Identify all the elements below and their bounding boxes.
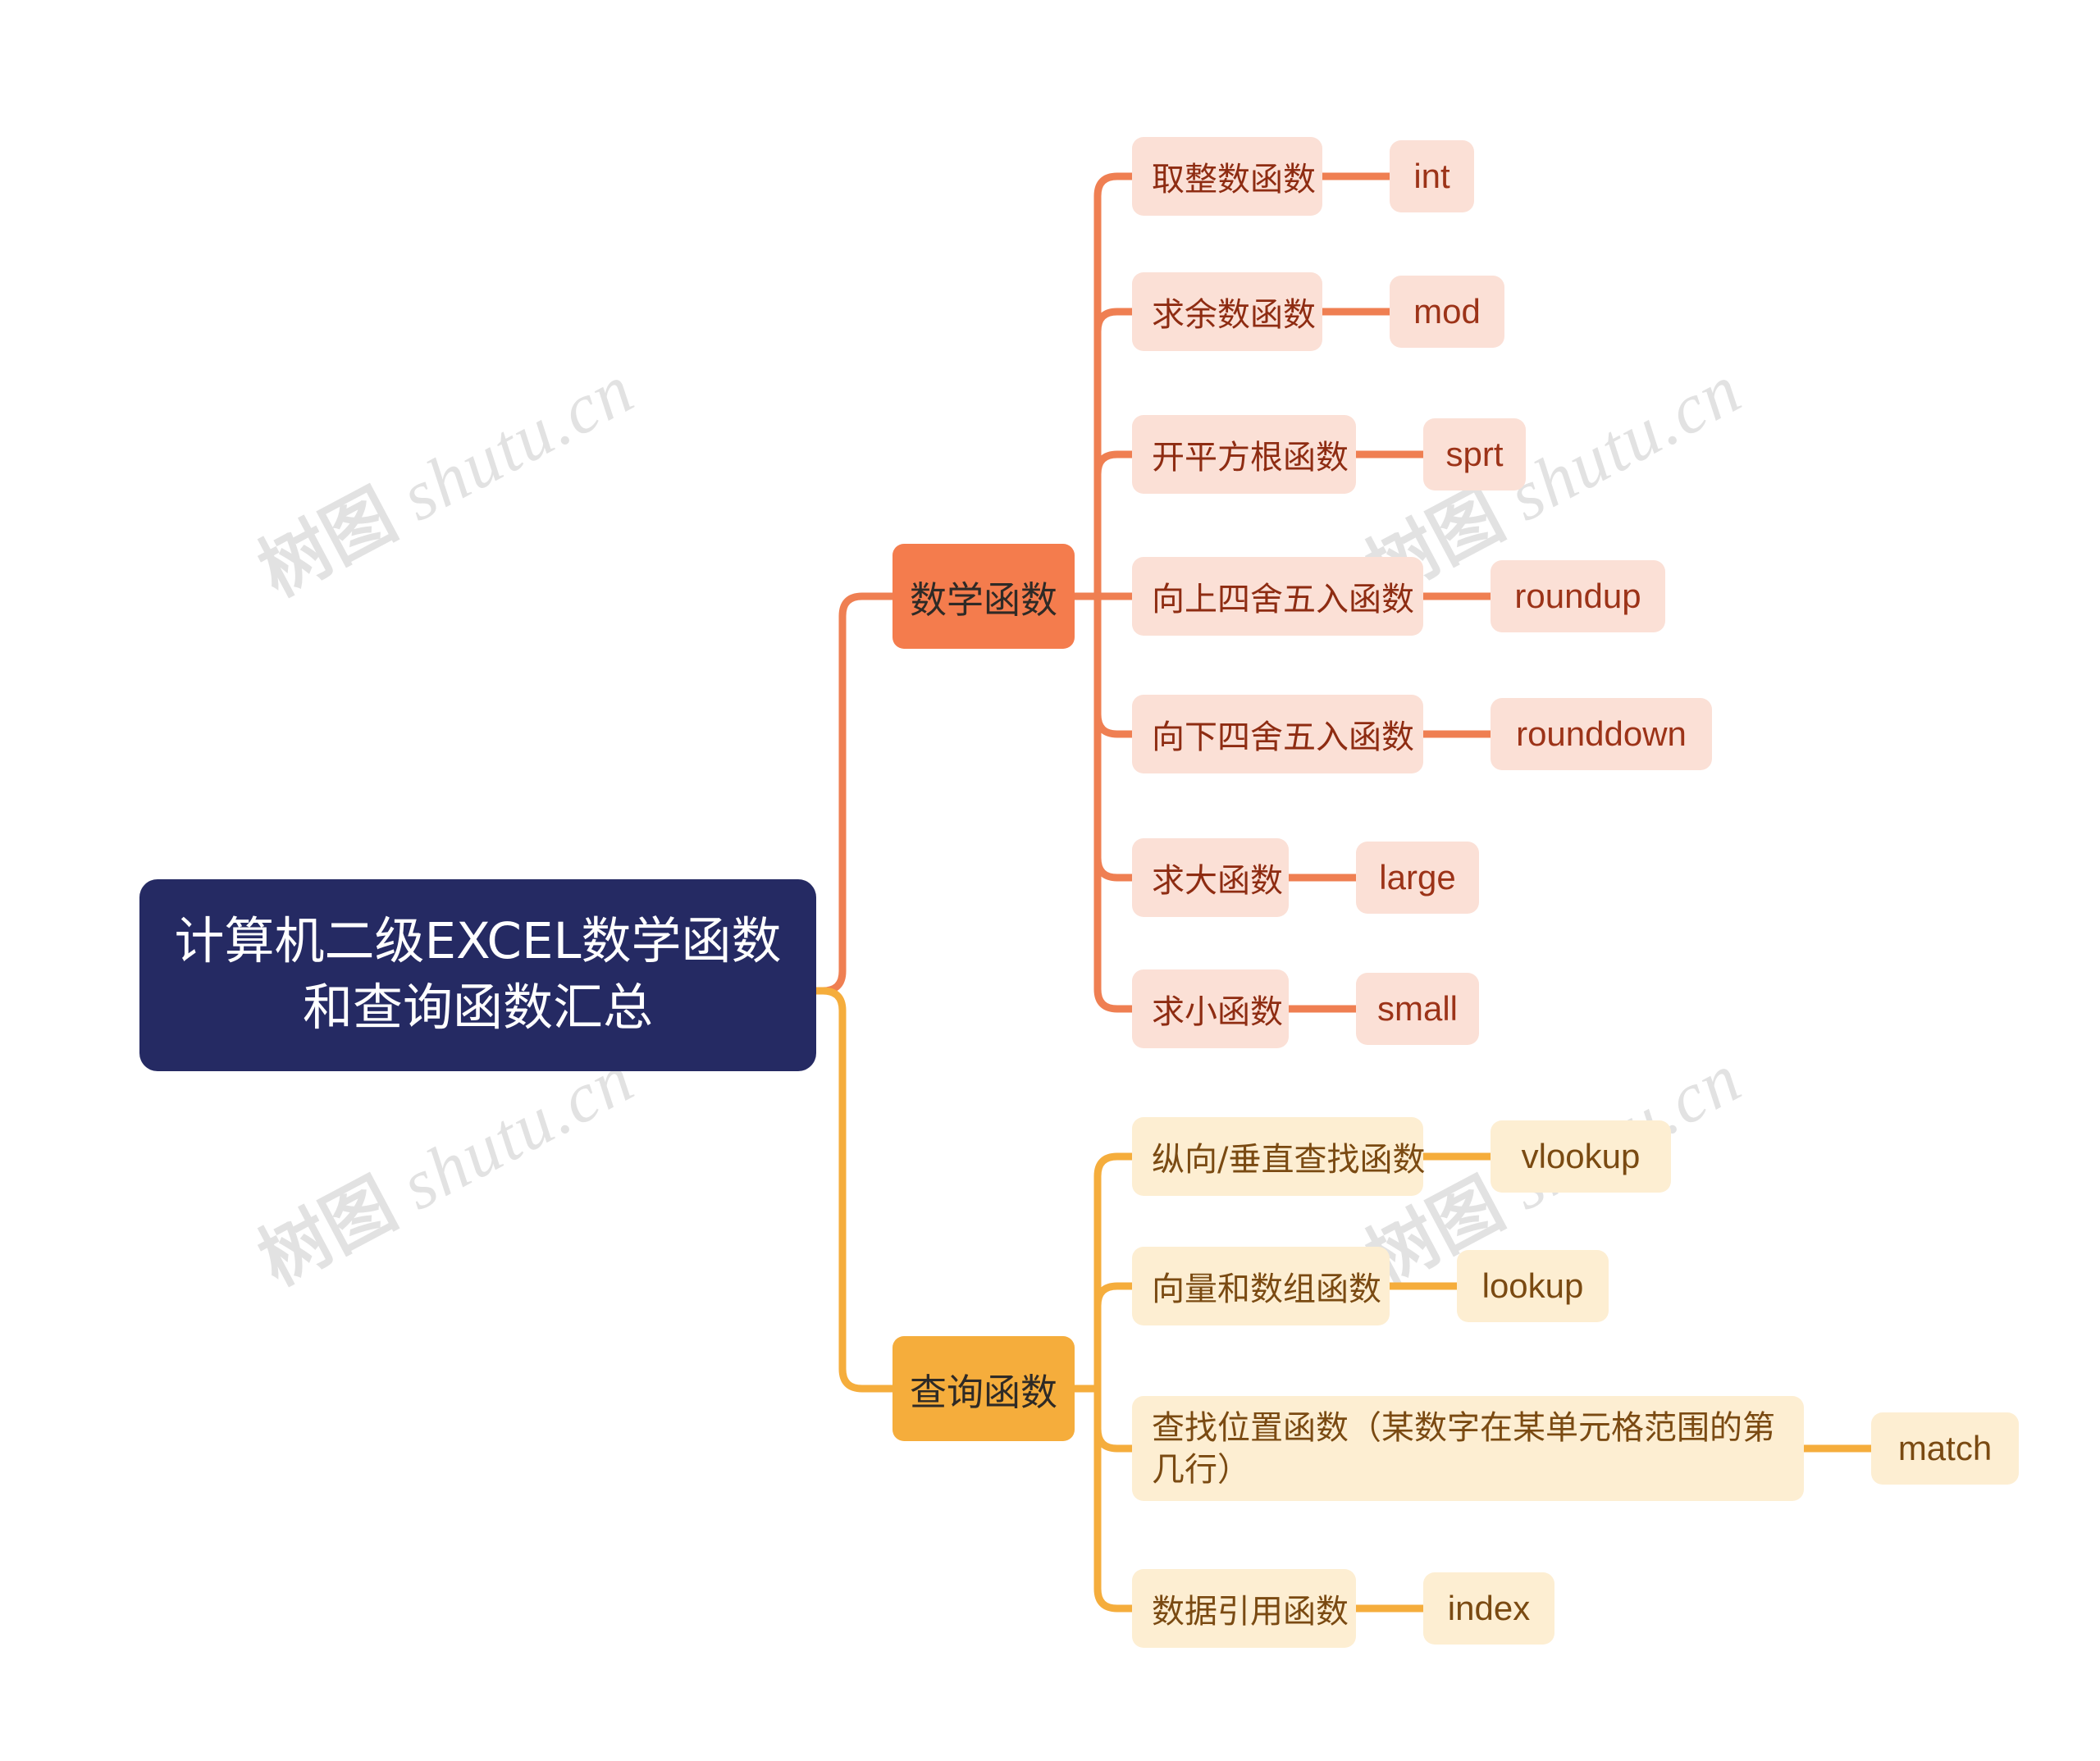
leaf-node-label: roundup <box>1514 577 1641 615</box>
topic-node-small[interactable]: 求小函数 <box>1132 969 1289 1048</box>
topic-node-label: 向量和数组函数 <box>1152 1271 1381 1308</box>
branch-node-query[interactable]: 查询函数 <box>892 1336 1075 1441</box>
leaf-node-rounddown[interactable]: rounddown <box>1491 698 1712 770</box>
leaf-node-roundup[interactable]: roundup <box>1491 560 1665 632</box>
topic-node-large[interactable]: 求大函数 <box>1132 838 1289 917</box>
topic-node-label: 求小函数 <box>1152 993 1283 1031</box>
branch-node-query-label: 查询函数 <box>910 1370 1058 1414</box>
link-query-topic-2 <box>1093 1385 1136 1453</box>
topic-node-lookup[interactable]: 向量和数组函数 <box>1132 1247 1390 1325</box>
leaf-node-label: large <box>1379 858 1456 896</box>
link-query-topic-1 <box>1093 1282 1136 1393</box>
link-math-topic-2 <box>1093 450 1136 600</box>
link-math-topic-1 <box>1093 308 1136 600</box>
topic-node-rounddown[interactable]: 向下四舍五入函数 <box>1132 695 1423 773</box>
watermark-cjk: 树图 <box>245 1162 409 1302</box>
topic-node-roundup[interactable]: 向上四舍五入函数 <box>1132 557 1423 636</box>
topic-node-label: 开平方根函数 <box>1152 439 1349 477</box>
leaf-node-vlookup[interactable]: vlookup <box>1491 1120 1671 1193</box>
leaf-node-int[interactable]: int <box>1390 140 1474 212</box>
watermark: 树图 shutu.cn <box>238 332 649 615</box>
leaf-node-large[interactable]: large <box>1356 842 1479 914</box>
watermark-cjk: 树图 <box>245 473 409 613</box>
topic-node-int[interactable]: 取整数函数 <box>1132 137 1322 216</box>
leaf-node-lookup[interactable]: lookup <box>1457 1250 1609 1322</box>
leaf-node-label: match <box>1897 1429 1993 1467</box>
mindmap-canvas: 树图 shutu.cn 树图 shutu.cn 树图 shutu.cn 树图 s… <box>0 0 2100 1761</box>
root-node[interactable]: 计算机二级EXCEL数学函数和查询函数汇总 <box>139 879 816 1071</box>
leaf-node-label: mod <box>1413 292 1481 331</box>
leaf-node-label: small <box>1376 989 1458 1028</box>
link-math-topic-0 <box>1093 172 1136 600</box>
link-math-topic-6 <box>1093 592 1136 1013</box>
topic-node-sprt[interactable]: 开平方根函数 <box>1132 415 1356 494</box>
link-root-to-math <box>812 592 897 995</box>
topic-node-label: 求余数函数 <box>1152 296 1316 334</box>
topic-node-label: 纵向/垂直查找函数 <box>1152 1141 1426 1179</box>
topic-node-index[interactable]: 数据引用函数 <box>1132 1569 1356 1648</box>
link-root-to-query <box>812 987 897 1393</box>
topic-node-match[interactable]: 查找位置函数（某数字在某单元格范围的第几行） <box>1132 1396 1804 1501</box>
link-math-topic-4 <box>1093 592 1136 738</box>
topic-node-label: 向上四舍五入函数 <box>1152 581 1414 618</box>
topic-node-mod[interactable]: 求余数函数 <box>1132 272 1322 351</box>
topic-node-label: 向下四舍五入函数 <box>1152 719 1414 756</box>
leaf-node-label: lookup <box>1481 1266 1584 1305</box>
branch-node-math-label: 数学函数 <box>910 577 1058 622</box>
watermark-latin: shutu.cn <box>1495 349 1754 536</box>
leaf-node-sprt[interactable]: sprt <box>1423 418 1526 490</box>
leaf-node-mod[interactable]: mod <box>1390 276 1504 348</box>
leaf-node-match[interactable]: match <box>1871 1412 2019 1485</box>
watermark-latin: shutu.cn <box>388 349 646 536</box>
leaf-node-small[interactable]: small <box>1356 973 1479 1045</box>
leaf-node-label: sprt <box>1445 435 1504 473</box>
link-query-topic-0 <box>1093 1152 1136 1393</box>
topic-node-label: 取整数函数 <box>1152 161 1316 198</box>
leaf-node-label: vlookup <box>1521 1137 1641 1175</box>
topic-node-label: 查找位置函数（某数字在某单元格范围的第几行） <box>1152 1409 1775 1490</box>
link-query-topic-3 <box>1093 1385 1136 1613</box>
root-node-label: 计算机二级EXCEL数学函数和查询函数汇总 <box>174 912 782 1037</box>
topic-node-label: 求大函数 <box>1152 862 1283 900</box>
link-math-topic-5 <box>1093 592 1136 882</box>
topic-node-label: 数据引用函数 <box>1152 1593 1349 1631</box>
topic-node-vlookup[interactable]: 纵向/垂直查找函数 <box>1132 1117 1426 1196</box>
leaf-node-label: int <box>1413 157 1450 195</box>
leaf-node-label: index <box>1447 1589 1531 1627</box>
leaf-node-index[interactable]: index <box>1423 1572 1554 1645</box>
branch-node-math[interactable]: 数学函数 <box>892 544 1075 649</box>
leaf-node-label: rounddown <box>1516 714 1687 753</box>
